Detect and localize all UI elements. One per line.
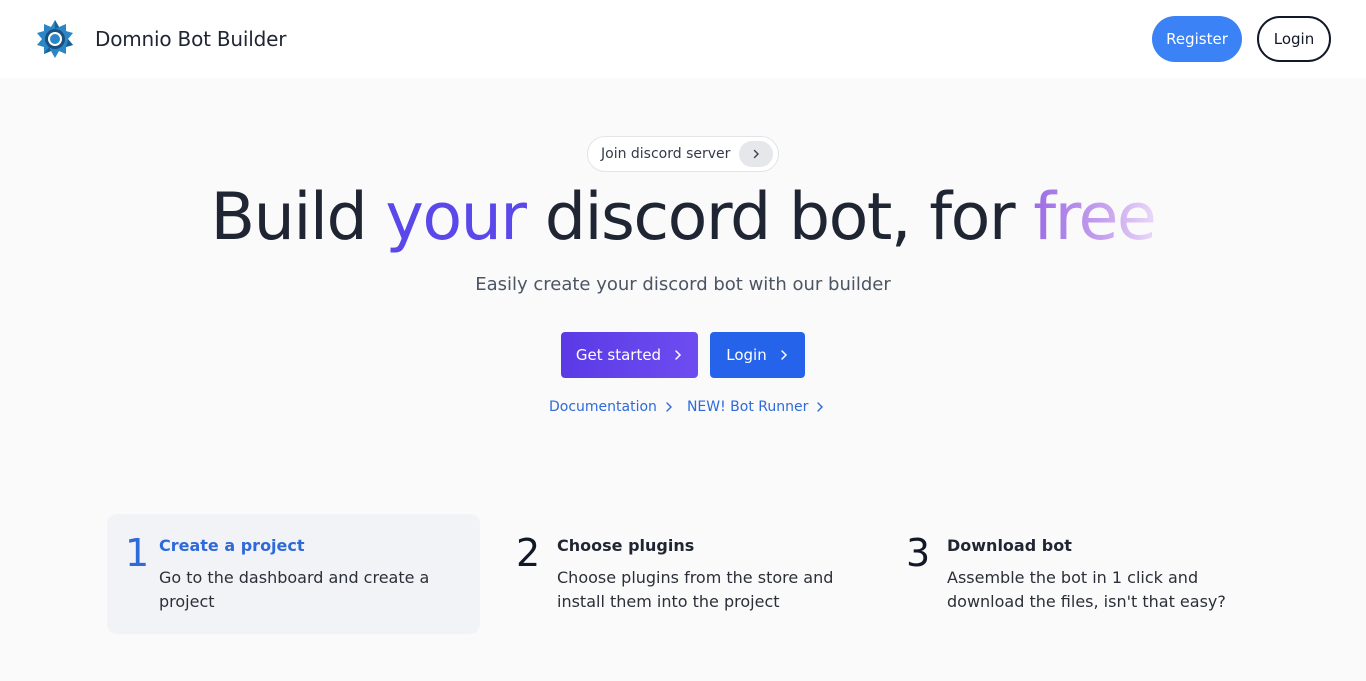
brand[interactable]: Domnio Bot Builder <box>34 18 286 60</box>
brand-name: Domnio Bot Builder <box>95 27 287 51</box>
hero-login-label: Login <box>726 346 767 364</box>
documentation-link[interactable]: Documentation <box>549 399 673 415</box>
headline-part2: discord bot, for <box>525 180 1034 255</box>
hero-login-button[interactable]: Login <box>710 332 805 378</box>
step-choose-plugins[interactable]: 2 Choose plugins Choose plugins from the… <box>510 514 880 634</box>
join-discord-pill[interactable]: Join discord server <box>587 136 779 172</box>
chevron-right-icon <box>665 401 673 413</box>
chevron-right-icon <box>739 141 773 167</box>
hero-subtitle: Easily create your discord bot with our … <box>475 274 891 295</box>
step-description: Choose plugins from the store and instal… <box>557 568 834 611</box>
step-create-project[interactable]: 1 Create a project Go to the dashboard a… <box>107 514 480 634</box>
headline-part1: Build <box>210 180 386 255</box>
register-button[interactable]: Register <box>1152 16 1242 62</box>
hero-headline: Build your discord bot, for free <box>0 180 1366 255</box>
gear-logo-icon <box>37 20 73 58</box>
get-started-label: Get started <box>575 346 662 364</box>
chevron-right-icon <box>779 349 789 361</box>
get-started-button[interactable]: Get started <box>561 332 698 378</box>
chevron-right-icon <box>673 349 683 361</box>
documentation-label: Documentation <box>549 399 657 415</box>
headline-highlight-your: your <box>385 180 527 255</box>
step-title: Create a project <box>159 536 305 555</box>
step-title: Download bot <box>947 536 1072 555</box>
step-number: 2 <box>516 531 541 575</box>
chevron-right-icon <box>816 401 824 413</box>
step-number: 1 <box>125 531 150 575</box>
login-button[interactable]: Login <box>1257 16 1331 62</box>
bot-runner-link[interactable]: NEW! Bot Runner <box>687 399 824 415</box>
step-number: 3 <box>906 531 931 575</box>
step-title: Choose plugins <box>557 536 695 555</box>
step-description: Go to the dashboard and create a project <box>159 568 430 611</box>
hero-links: Documentation NEW! Bot Runner <box>549 399 824 415</box>
step-download-bot[interactable]: 3 Download bot Assemble the bot in 1 cli… <box>900 514 1267 634</box>
headline-highlight-free: free <box>1033 180 1157 255</box>
bot-runner-label: NEW! Bot Runner <box>686 399 809 415</box>
navbar: Domnio Bot Builder Register Login <box>0 0 1366 78</box>
join-discord-label: Join discord server <box>601 146 731 162</box>
step-description: Assemble the bot in 1 click and download… <box>947 568 1226 611</box>
steps-section: 1 Create a project Go to the dashboard a… <box>107 514 1267 634</box>
